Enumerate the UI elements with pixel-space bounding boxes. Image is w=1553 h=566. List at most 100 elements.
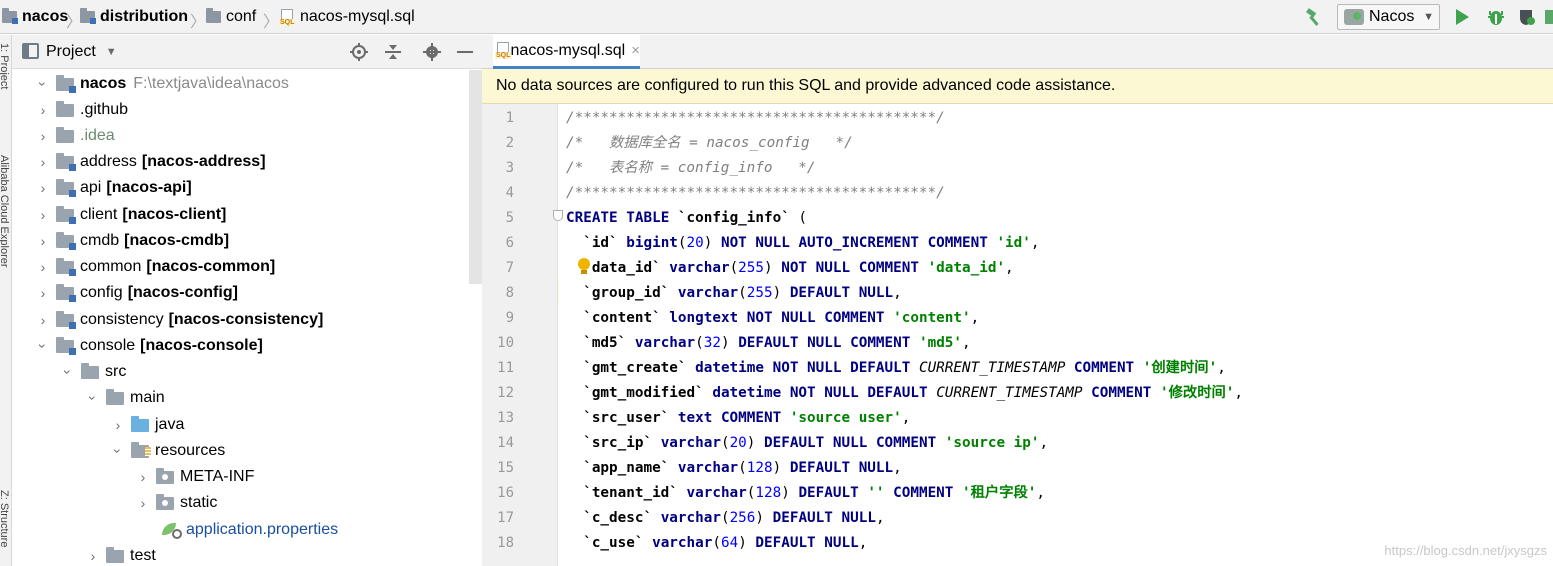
chevron-right-icon[interactable]: › [34,180,52,196]
line-number: 9 [505,310,514,326]
code-editor[interactable]: /***************************************… [559,104,1553,566]
code-line[interactable]: `tenant_id` varchar(128) DEFAULT '' COMM… [566,481,1045,506]
folder-icon [56,100,74,117]
intention-bulb-icon[interactable] [578,258,590,276]
chevron-right-icon[interactable]: › [134,495,152,511]
code-line[interactable]: /***************************************… [566,181,945,206]
minimize-icon[interactable] [455,42,475,62]
project-view-selector[interactable]: Project ▼ [46,35,117,69]
chevron-expanded-icon[interactable]: › [85,389,101,407]
editor-tab-nacos-mysql-sql[interactable]: SQL nacos-mysql.sql × [493,35,640,69]
line-number: 17 [497,510,514,526]
tree-item-console[interactable]: › console [nacos-console] [34,333,263,359]
module-folder-icon [56,152,76,171]
code-line[interactable]: `content` longtext NOT NULL COMMENT 'con… [566,306,979,331]
chevron-expanded-icon[interactable]: › [110,442,126,460]
breadcrumb-nacos[interactable]: nacos [2,0,68,34]
tree-item-java[interactable]: › java [109,412,184,438]
gear-icon[interactable] [422,42,442,62]
close-icon[interactable]: × [631,42,640,59]
locate-file-icon[interactable] [349,42,369,62]
chevron-right-icon[interactable]: › [34,102,52,118]
breadcrumb-distribution[interactable]: distribution [80,0,188,34]
chevron-right-icon[interactable]: › [134,469,152,485]
source-folder-icon [131,415,149,432]
tree-item-application-properties[interactable]: application.properties [162,517,338,543]
code-line[interactable]: `gmt_create` datetime NOT NULL DEFAULT C… [566,356,1226,381]
project-tree: › nacos F:\textjava\idea\nacos › .github… [12,70,482,566]
tree-item-common[interactable]: › common [nacos-common] [34,254,275,280]
code-line[interactable]: `data_id` varchar(255) NOT NULL COMMENT … [566,256,1013,281]
resources-folder-icon [131,441,151,458]
project-tool-tab[interactable]: 1: Project [0,43,10,89]
chevron-down-icon: ▼ [105,46,117,58]
build-hammer-icon[interactable] [1303,6,1325,28]
tree-item-config[interactable]: › config [nacos-config] [34,280,238,306]
code-line[interactable]: `id` bigint(20) NOT NULL AUTO_INCREMENT … [566,231,1039,256]
editor-gutter: 1 2 3 4 5 6 7 8 9 10 11 12 13 14 15 16 17 18 [482,104,558,566]
code-line[interactable]: `gmt_modified` datetime NOT NULL DEFAULT… [566,381,1243,406]
folder-icon [206,8,221,23]
tree-item-main[interactable]: › main [84,385,165,411]
chevron-right-icon[interactable]: › [34,285,52,301]
tree-item-nacos[interactable]: › nacos F:\textjava\idea\nacos [34,71,289,97]
fold-toggle-icon[interactable] [553,210,563,221]
breadcrumb-separator-icon: 〉 [190,14,207,31]
run-configuration-select[interactable]: Nacos ▼ [1337,4,1440,30]
module-folder-icon [56,310,76,329]
code-line[interactable]: /* 数据库全名 = nacos_config */ [566,131,853,156]
chevron-right-icon[interactable]: › [109,417,127,433]
tree-item-consistency[interactable]: › consistency [nacos-consistency] [34,307,323,333]
chevron-expanded-icon[interactable]: › [60,363,76,381]
code-line[interactable]: `src_ip` varchar(20) DEFAULT NULL COMMEN… [566,431,1048,456]
code-line[interactable]: `c_desc` varchar(256) DEFAULT NULL, [566,506,884,531]
tree-item-cmdb[interactable]: › cmdb [nacos-cmdb] [34,228,229,254]
tree-item-src[interactable]: › src [59,359,126,385]
tree-item-idea[interactable]: › .idea [34,123,115,149]
chevron-down-icon: ▼ [1423,11,1434,23]
coverage-icon[interactable] [1516,7,1538,27]
code-line[interactable]: CREATE TABLE `config_info` ( [566,206,807,231]
package-folder-icon [156,467,174,484]
overflow-icon[interactable] [1543,7,1553,27]
chevron-expanded-icon[interactable]: › [35,75,51,93]
chevron-right-icon[interactable]: › [34,259,52,275]
collapse-all-icon[interactable] [383,42,403,62]
line-number: 8 [505,285,514,301]
breadcrumb-separator-icon: 〉 [263,14,280,31]
chevron-right-icon[interactable]: › [34,207,52,223]
code-line[interactable]: /***************************************… [566,106,945,131]
module-folder-icon [2,8,18,24]
code-line[interactable]: /* 表名称 = config_info */ [566,156,815,181]
tree-item-address[interactable]: › address [nacos-address] [34,149,266,175]
debug-icon[interactable] [1485,7,1507,27]
tree-item-resources[interactable]: › resources [109,438,225,464]
chevron-right-icon[interactable]: › [34,154,52,170]
line-number: 5 [505,210,514,226]
breadcrumb-conf[interactable]: conf [206,0,256,34]
code-line[interactable]: `md5` varchar(32) DEFAULT NULL COMMENT '… [566,331,970,356]
watermark: https://blog.csdn.net/jxysgzs [1384,543,1547,558]
chevron-right-icon[interactable]: › [34,312,52,328]
structure-tool-tab[interactable]: Z: Structure [0,490,10,547]
tree-item-github[interactable]: › .github [34,97,128,123]
tree-item-meta-inf[interactable]: › META-INF [134,464,254,490]
tree-item-client[interactable]: › client [nacos-client] [34,202,226,228]
code-line[interactable]: `group_id` varchar(255) DEFAULT NULL, [566,281,902,306]
code-line[interactable]: `src_user` text COMMENT 'source user', [566,406,910,431]
line-number: 2 [505,135,514,151]
chevron-right-icon[interactable]: › [34,233,52,249]
tree-item-test[interactable]: › test [84,543,156,566]
cloud-explorer-tool-tab[interactable]: Alibaba Cloud Explorer [0,155,10,268]
tree-item-api[interactable]: › api [nacos-api] [34,175,192,201]
chevron-right-icon[interactable]: › [84,548,102,564]
tree-item-static[interactable]: › static [134,490,217,516]
chevron-expanded-icon[interactable]: › [35,337,51,355]
code-line[interactable]: `c_use` varchar(64) DEFAULT NULL, [566,531,867,556]
run-icon[interactable] [1452,7,1472,27]
breadcrumb-sql-file[interactable]: SQL nacos-mysql.sql [279,0,415,34]
code-line[interactable]: `app_name` varchar(128) DEFAULT NULL, [566,456,902,481]
tree-scrollbar[interactable] [469,70,482,284]
chevron-right-icon[interactable]: › [34,128,52,144]
sql-file-icon: SQL [279,8,296,26]
